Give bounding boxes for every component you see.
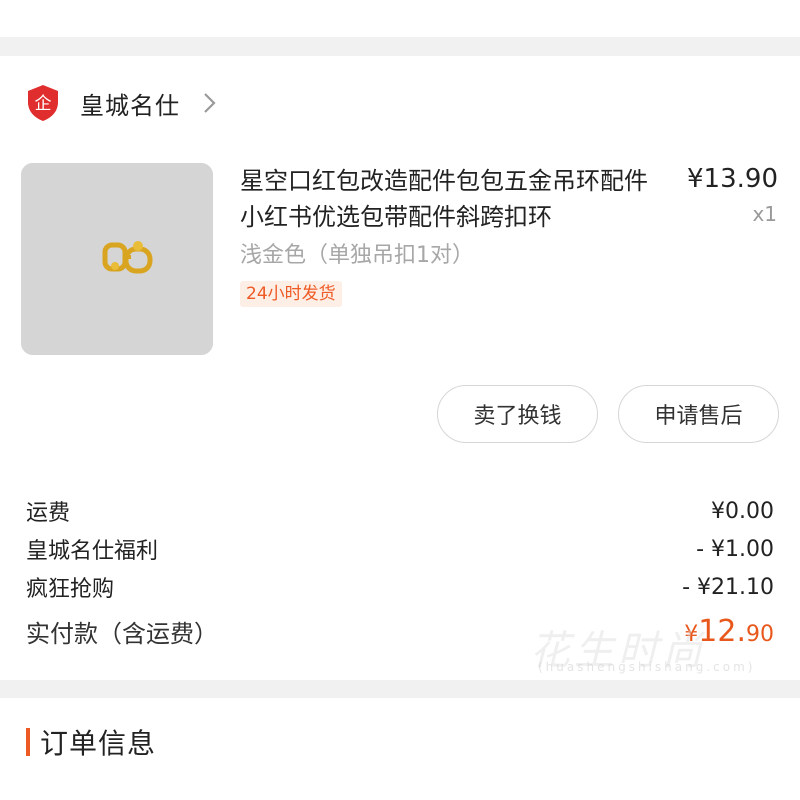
- cost-value: ¥0.00: [711, 498, 774, 524]
- product-price: ¥13.90: [687, 164, 778, 194]
- product-quantity: x1: [752, 202, 777, 226]
- section-divider-top: [0, 37, 800, 56]
- order-info-title: 订单信息: [40, 727, 157, 760]
- apply-after-sale-button[interactable]: 申请售后: [618, 385, 779, 443]
- paid-integer: 12.: [698, 614, 746, 649]
- badge-char: 企: [35, 94, 52, 114]
- enterprise-shield-icon: 企: [26, 84, 60, 122]
- section-divider-middle: [0, 680, 800, 698]
- cost-label: 疯狂抢购: [26, 577, 115, 602]
- shipping-fee-row: 运费 ¥0.00: [26, 495, 774, 527]
- cost-label: 运费: [26, 501, 71, 526]
- shop-name: 皇城名仕: [80, 91, 180, 120]
- flash-sale-discount-row: 疯狂抢购 - ¥21.10: [26, 571, 774, 603]
- chevron-right-icon: [198, 92, 220, 114]
- order-info-header: 订单信息: [26, 722, 156, 762]
- amount-paid-row: 实付款（含运费） ¥12.90: [26, 614, 774, 649]
- paid-label: 实付款（含运费）: [26, 620, 218, 648]
- paid-amount: ¥12.90: [684, 614, 774, 649]
- product-thumbnail[interactable]: [21, 163, 213, 355]
- cost-value: - ¥1.00: [696, 536, 774, 562]
- cost-label: 皇城名仕福利: [26, 539, 159, 564]
- product-variant: 浅金色（单独吊扣1对）: [240, 243, 474, 268]
- paid-currency: ¥: [684, 622, 699, 647]
- product-title[interactable]: 星空口红包改造配件包包五金吊环配件小红书优选包带配件斜跨扣环: [240, 163, 670, 235]
- sell-for-cash-button[interactable]: 卖了换钱: [437, 385, 598, 443]
- paid-decimal: 90: [746, 622, 774, 647]
- watermark-url: (huashengshishang.com): [538, 660, 756, 674]
- section-accent-bar: [26, 728, 30, 756]
- shipping-badge: 24小时发货: [240, 281, 342, 307]
- shop-link[interactable]: 企 皇城名仕: [26, 83, 220, 123]
- cost-value: - ¥21.10: [682, 574, 774, 600]
- shop-discount-row: 皇城名仕福利 - ¥1.00: [26, 533, 774, 565]
